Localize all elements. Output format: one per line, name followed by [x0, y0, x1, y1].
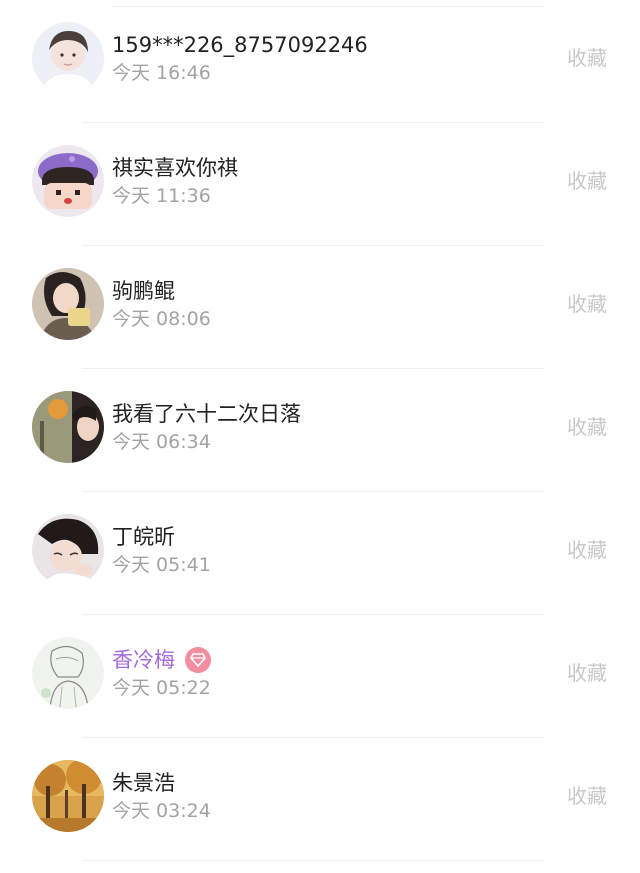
avatar[interactable] — [32, 268, 104, 340]
visit-time: 今天 11:36 — [112, 185, 211, 207]
avatar[interactable] — [32, 637, 104, 709]
list-item[interactable]: 驹鹏鲲 今天 08:06 收藏 — [0, 246, 640, 369]
list-item[interactable]: 159***226_8757092246 今天 16:46 收藏 — [0, 0, 640, 123]
name-line: 祺实喜欢你祺 — [112, 153, 238, 183]
favorite-button[interactable]: 收藏 — [567, 44, 607, 72]
favorite-button[interactable]: 收藏 — [567, 536, 607, 564]
favorite-button[interactable]: 收藏 — [567, 659, 607, 687]
user-name[interactable]: 驹鹏鲲 — [112, 276, 175, 306]
list-item[interactable]: 朱景浩 今天 03:24 收藏 — [0, 738, 640, 861]
name-line: 驹鹏鲲 — [112, 276, 175, 306]
list-item[interactable]: 丁皖昕 今天 05:41 收藏 — [0, 492, 640, 615]
avatar[interactable] — [32, 391, 104, 463]
favorite-button[interactable]: 收藏 — [567, 782, 607, 810]
visit-time: 今天 05:22 — [112, 677, 211, 699]
user-name[interactable]: 祺实喜欢你祺 — [112, 153, 238, 183]
name-line: 朱景浩 — [112, 768, 175, 798]
visitor-list: 159***226_8757092246 今天 16:46 收藏 祺实喜欢你祺 … — [0, 0, 640, 873]
avatar[interactable] — [32, 514, 104, 586]
list-item[interactable]: 我看了六十二次日落 今天 06:34 收藏 — [0, 369, 640, 492]
avatar[interactable] — [32, 760, 104, 832]
user-name[interactable]: 香冷梅 — [112, 645, 175, 675]
visit-time: 今天 16:46 — [112, 62, 211, 84]
list-item[interactable]: 香冷梅 今天 05:22 收藏 — [0, 615, 640, 738]
diamond-icon — [185, 647, 211, 673]
divider — [82, 860, 545, 861]
user-name[interactable]: 丁皖昕 — [112, 522, 175, 552]
list-item[interactable]: 祺实喜欢你祺 今天 11:36 收藏 — [0, 123, 640, 246]
favorite-button[interactable]: 收藏 — [567, 290, 607, 318]
name-line: 丁皖昕 — [112, 522, 175, 552]
user-name[interactable]: 我看了六十二次日落 — [112, 399, 301, 429]
favorite-button[interactable]: 收藏 — [567, 167, 607, 195]
avatar[interactable] — [32, 145, 104, 217]
visit-time: 今天 08:06 — [112, 308, 211, 330]
name-line: 香冷梅 — [112, 645, 211, 675]
visit-time: 今天 06:34 — [112, 431, 211, 453]
name-line: 我看了六十二次日落 — [112, 399, 301, 429]
user-name[interactable]: 159***226_8757092246 — [112, 30, 368, 60]
avatar[interactable] — [32, 22, 104, 94]
name-line: 159***226_8757092246 — [112, 30, 368, 60]
visit-time: 今天 03:24 — [112, 800, 211, 822]
user-name[interactable]: 朱景浩 — [112, 768, 175, 798]
favorite-button[interactable]: 收藏 — [567, 413, 607, 441]
visit-time: 今天 05:41 — [112, 554, 211, 576]
